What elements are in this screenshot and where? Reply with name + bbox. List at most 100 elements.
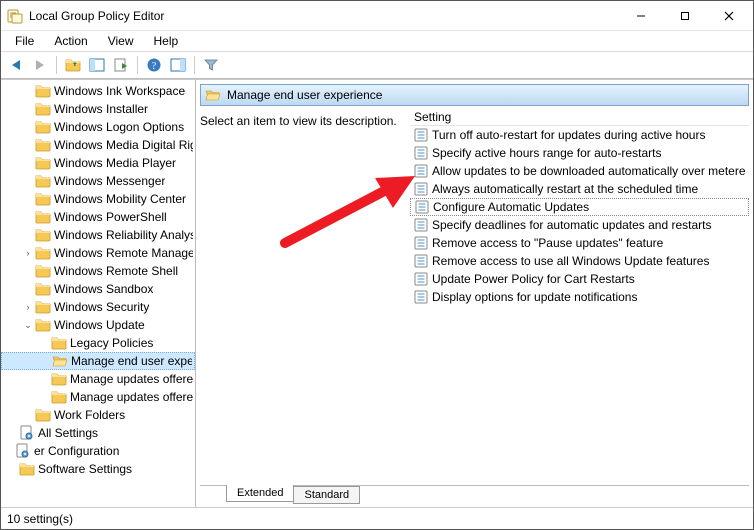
minimize-button[interactable] (619, 2, 663, 30)
folder-open-icon (52, 353, 68, 369)
tree-item[interactable]: ⌄Windows Update (1, 316, 195, 334)
folder-icon (35, 245, 51, 261)
tree-item-label: Windows Media Player (54, 156, 176, 170)
menu-help[interactable]: Help (144, 32, 189, 50)
settings-item[interactable]: Allow updates to be downloaded automatic… (410, 162, 749, 180)
tree-pane[interactable]: Windows Ink Workspace Windows Installer Wi… (1, 80, 196, 507)
folder-icon (35, 173, 51, 189)
options-button[interactable] (167, 54, 189, 76)
folder-icon (35, 83, 51, 99)
settings-item[interactable]: Remove access to "Pause updates" feature (410, 234, 749, 252)
tree-item-label: Manage updates offered (70, 390, 193, 404)
folder-open-icon (205, 87, 221, 103)
tree-item[interactable]: Manage updates offered (1, 370, 195, 388)
tree-item[interactable]: Windows Messenger (1, 172, 195, 190)
tree-item-label: Windows Ink Workspace (54, 84, 185, 98)
chevron-right-icon[interactable]: › (21, 248, 35, 258)
policy-icon (414, 146, 428, 160)
tree-item[interactable]: Windows Media Player (1, 154, 195, 172)
settings-item-label: Remove access to "Pause updates" feature (432, 236, 663, 250)
policy-icon (414, 254, 428, 268)
settings-item[interactable]: Specify active hours range for auto-rest… (410, 144, 749, 162)
help-button[interactable]: ? (143, 54, 165, 76)
chevron-down-icon[interactable]: ⌄ (21, 320, 35, 331)
tree-item[interactable]: › Windows Remote Management (1, 244, 195, 262)
menu-file[interactable]: File (5, 32, 44, 50)
folder-icon (51, 371, 67, 387)
settings-item-label: Display options for update notifications (432, 290, 637, 304)
settings-item[interactable]: Configure Automatic Updates (410, 198, 749, 216)
settings-header[interactable]: Setting (410, 108, 749, 126)
forward-arrow-icon (32, 57, 48, 73)
close-button[interactable] (707, 2, 751, 30)
settings-item-label: Specify deadlines for automatic updates … (432, 218, 712, 232)
settings-item[interactable]: Specify deadlines for automatic updates … (410, 216, 749, 234)
tree-item[interactable]: Windows Installer (1, 100, 195, 118)
settings-item-label: Remove access to use all Windows Update … (432, 254, 709, 268)
settings-item[interactable]: Always automatically restart at the sche… (410, 180, 749, 198)
workarea: Windows Ink Workspace Windows Installer Wi… (1, 79, 753, 507)
settings-doc-icon (15, 443, 31, 459)
tree-item[interactable]: Manage end user experience (1, 352, 195, 370)
tree-item[interactable]: Windows Mobility Center (1, 190, 195, 208)
chevron-right-icon[interactable]: › (21, 302, 35, 312)
maximize-button[interactable] (663, 2, 707, 30)
tree-item-label: Manage updates offered (70, 372, 193, 386)
back-arrow-icon (8, 57, 24, 73)
settings-item-label: Allow updates to be downloaded automatic… (432, 164, 746, 178)
up-button[interactable] (62, 54, 84, 76)
tree-item[interactable]: Windows Reliability Analysis (1, 226, 195, 244)
tree-item-label: All Settings (38, 426, 98, 440)
menu-action[interactable]: Action (44, 32, 97, 50)
toolbar: ? (1, 51, 753, 79)
folder-icon (35, 191, 51, 207)
content-pane: Manage end user experience Select an ite… (196, 80, 753, 507)
settings-item[interactable]: Turn off auto-restart for updates during… (410, 126, 749, 144)
show-hide-tree-button[interactable] (86, 54, 108, 76)
settings-item[interactable]: Display options for update notifications (410, 288, 749, 306)
tree-item[interactable]: Windows Media Digital Rights (1, 136, 195, 154)
tab-standard[interactable]: Standard (293, 486, 360, 504)
tree-item[interactable]: Work Folders (1, 406, 195, 424)
tree-item[interactable]: Windows Logon Options (1, 118, 195, 136)
tree-item[interactable]: Manage updates offered (1, 388, 195, 406)
tree-item[interactable]: › Windows Security (1, 298, 195, 316)
tree-item-label: Windows Remote Shell (54, 264, 178, 278)
folder-up-icon (65, 57, 81, 73)
forward-button[interactable] (29, 54, 51, 76)
policy-icon (414, 164, 428, 178)
tree-item[interactable]: Legacy Policies (1, 334, 195, 352)
help-icon: ? (146, 57, 162, 73)
back-button[interactable] (5, 54, 27, 76)
description-column: Select an item to view its description. (200, 108, 410, 485)
export-button[interactable] (110, 54, 132, 76)
settings-item[interactable]: Update Power Policy for Cart Restarts (410, 270, 749, 288)
tree-item-label: Windows PowerShell (54, 210, 167, 224)
tree-item-label: Windows Security (54, 300, 149, 314)
description-hint: Select an item to view its description. (200, 114, 410, 128)
tree-item[interactable]: Windows Sandbox (1, 280, 195, 298)
maximize-icon (680, 11, 690, 21)
tree-item[interactable]: Software Settings (1, 460, 195, 478)
settings-item[interactable]: Remove access to use all Windows Update … (410, 252, 749, 270)
tree-item-label: Windows Remote Management (54, 246, 193, 260)
menu-view[interactable]: View (98, 32, 144, 50)
tree-item[interactable]: er Configuration (1, 442, 195, 460)
folder-icon (51, 389, 67, 405)
tree-item[interactable]: Windows Remote Shell (1, 262, 195, 280)
settings-item-label: Specify active hours range for auto-rest… (432, 146, 661, 160)
settings-item-label: Update Power Policy for Cart Restarts (432, 272, 635, 286)
policy-icon (414, 218, 428, 232)
folder-icon (35, 137, 51, 153)
filter-button[interactable] (200, 54, 222, 76)
content-header: Manage end user experience (200, 84, 749, 106)
svg-text:?: ? (152, 61, 157, 72)
tree-item[interactable]: Windows Ink Workspace (1, 82, 195, 100)
close-icon (724, 11, 734, 21)
tab-extended[interactable]: Extended (226, 485, 294, 502)
tree-item[interactable]: Windows PowerShell (1, 208, 195, 226)
tree-item-label: Windows Logon Options (54, 120, 184, 134)
tree-item[interactable]: All Settings (1, 424, 195, 442)
settings-item-label: Configure Automatic Updates (433, 200, 589, 214)
tree-item-label: Windows Mobility Center (54, 192, 186, 206)
